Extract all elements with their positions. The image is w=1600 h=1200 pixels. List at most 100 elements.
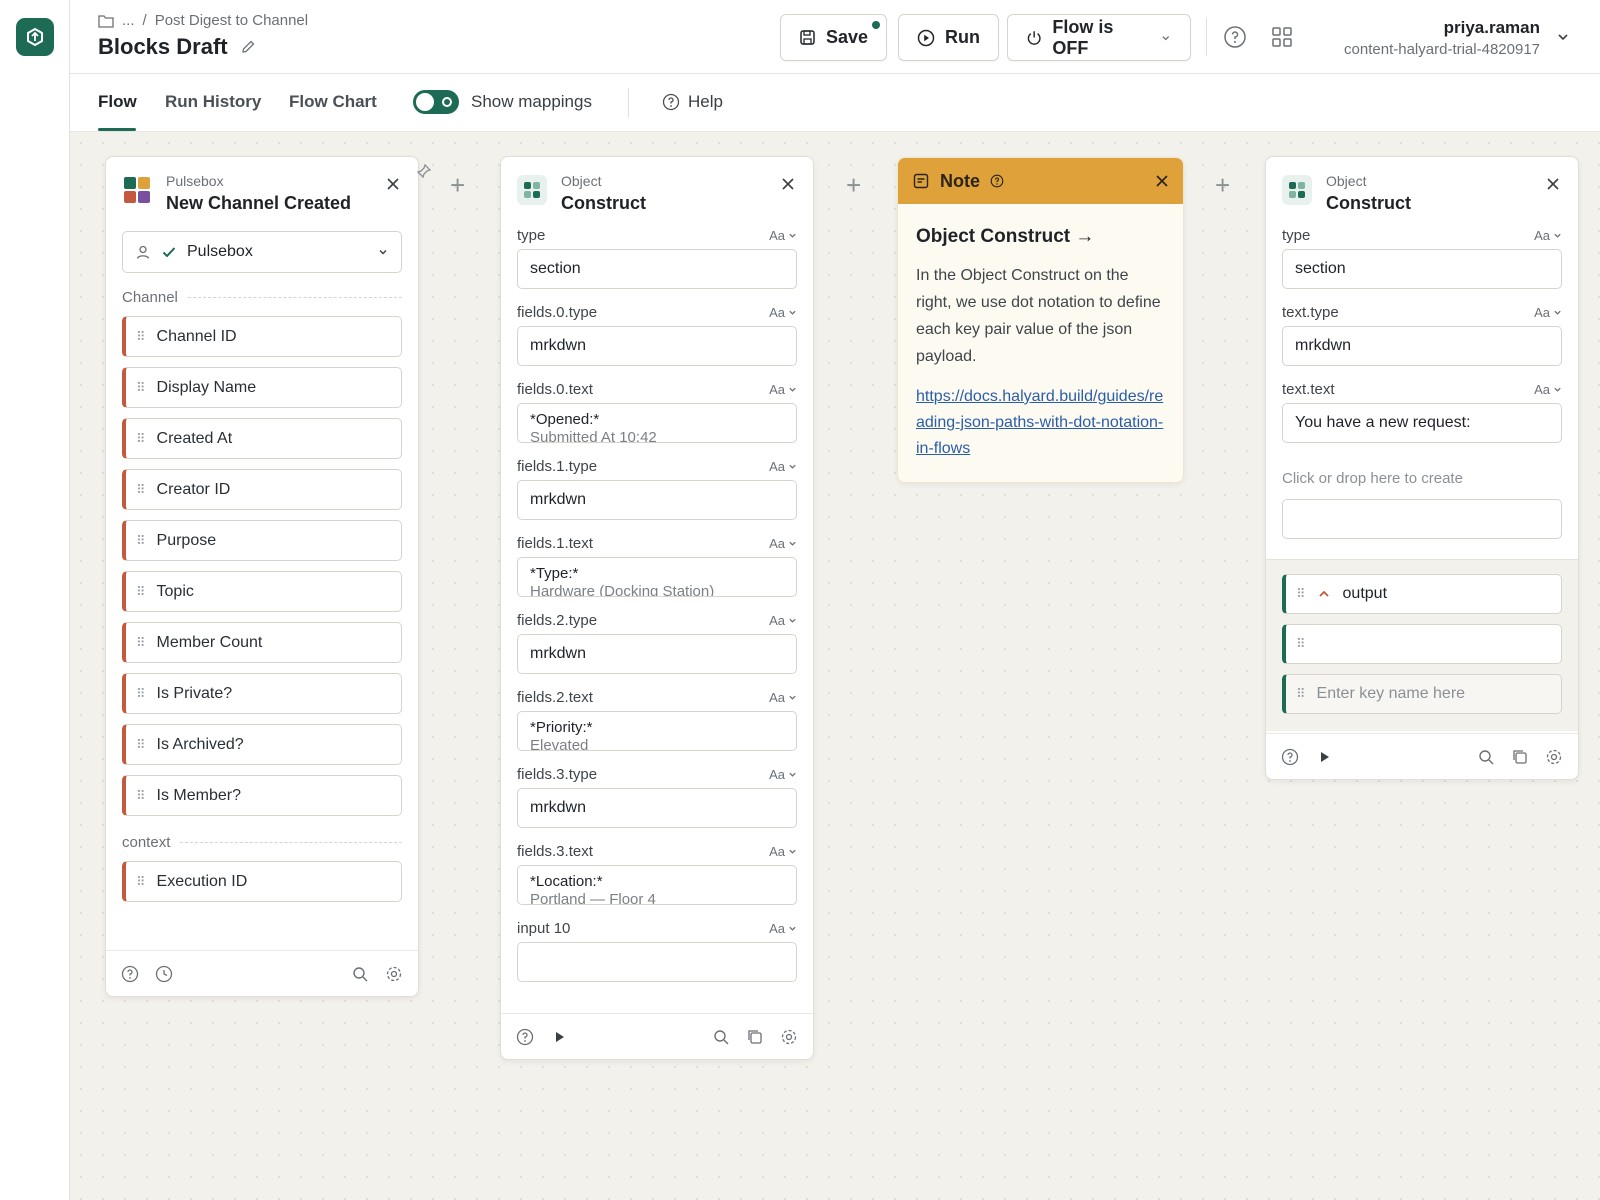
app-logo-icon[interactable] [16, 18, 54, 56]
trigger-card[interactable]: Pulsebox New Channel Created Pulsebox Ch… [105, 156, 419, 997]
field-chip[interactable]: ⠿ Purpose [122, 520, 402, 561]
field-chip[interactable]: ⠿ Is Private? [122, 673, 402, 714]
format-toggle[interactable]: Aa [1534, 382, 1562, 397]
field-chip[interactable]: ⠿ Creator ID [122, 469, 402, 510]
drag-handle-icon[interactable]: ⠿ [1296, 636, 1305, 652]
user-menu[interactable]: priya.raman content-halyard-trial-482091… [1344, 18, 1540, 58]
drag-handle-icon[interactable]: ⠿ [136, 737, 145, 753]
search-icon[interactable] [1476, 747, 1496, 767]
drag-handle-icon[interactable]: ⠿ [1296, 586, 1305, 602]
note-docs-link[interactable]: https://docs.halyard.build/guides/readin… [916, 384, 1165, 462]
field-chip[interactable]: ⠿ Execution ID [122, 861, 402, 902]
format-toggle[interactable]: Aa [769, 305, 797, 320]
field-value-input[interactable]: *Opened:* Submitted At 10:42 [517, 403, 797, 443]
field-chip[interactable]: ⠿ Display Name [122, 367, 402, 408]
field-value-input[interactable]: mrkdwn [517, 788, 797, 828]
show-mappings-toggle[interactable] [413, 90, 459, 114]
search-icon[interactable] [350, 964, 370, 984]
help-circle-icon[interactable] [515, 1027, 535, 1047]
object-construct-card-1[interactable]: Object Construct type Aa section fields.0.t… [500, 156, 814, 1060]
breadcrumb-current[interactable]: Post Digest to Channel [155, 12, 308, 29]
breadcrumb-ellipsis[interactable]: ... [122, 12, 135, 29]
format-toggle[interactable]: Aa [769, 382, 797, 397]
drag-handle-icon[interactable]: ⠿ [136, 635, 145, 651]
field-chip[interactable]: ⠿ Is Archived? [122, 724, 402, 765]
apps-grid-icon[interactable] [1267, 22, 1297, 52]
format-toggle[interactable]: Aa [769, 228, 797, 243]
note-card[interactable]: Note Object Construct → In the Object Co… [897, 157, 1184, 483]
tab-flow[interactable]: Flow [98, 92, 137, 112]
field-chip[interactable]: ⠿ Member Count [122, 622, 402, 663]
new-field-input[interactable] [1282, 499, 1562, 539]
pin-icon[interactable] [416, 163, 432, 184]
gear-icon[interactable] [384, 964, 404, 984]
copy-icon[interactable] [745, 1027, 765, 1047]
save-button[interactable]: Save [780, 14, 888, 61]
drag-handle-icon[interactable]: ⠿ [136, 380, 145, 396]
field-value-input[interactable]: section [517, 249, 797, 289]
output-key-row[interactable]: ⠿ output [1282, 574, 1562, 614]
field-value-input[interactable]: *Type:* Hardware (Docking Station) [517, 557, 797, 597]
field-value-input[interactable]: You have a new request: [1282, 403, 1562, 443]
search-icon[interactable] [711, 1027, 731, 1047]
gear-icon[interactable] [779, 1027, 799, 1047]
format-toggle[interactable]: Aa [1534, 305, 1562, 320]
field-value-input[interactable]: mrkdwn [517, 480, 797, 520]
drag-handle-icon[interactable]: ⠿ [136, 874, 145, 890]
gear-icon[interactable] [1544, 747, 1564, 767]
format-toggle[interactable]: Aa [769, 459, 797, 474]
clock-icon[interactable] [154, 964, 174, 984]
close-icon[interactable] [1544, 175, 1562, 193]
close-icon[interactable] [384, 175, 402, 193]
play-icon[interactable] [549, 1027, 569, 1047]
format-toggle[interactable]: Aa [1534, 228, 1562, 243]
drag-handle-icon[interactable]: ⠿ [136, 686, 145, 702]
folder-icon[interactable] [98, 14, 114, 28]
format-toggle[interactable]: Aa [769, 613, 797, 628]
help-circle-icon[interactable] [120, 964, 140, 984]
field-value-input[interactable]: section [1282, 249, 1562, 289]
field-value-input[interactable] [517, 942, 797, 982]
empty-key-row[interactable]: ⠿ [1282, 624, 1562, 664]
connection-select[interactable]: Pulsebox [122, 231, 402, 273]
field-chip[interactable]: ⠿ Channel ID [122, 316, 402, 357]
play-icon[interactable] [1314, 747, 1334, 767]
add-step-icon[interactable]: + [1215, 170, 1230, 201]
add-step-icon[interactable]: + [846, 170, 861, 201]
field-chip[interactable]: ⠿ Topic [122, 571, 402, 612]
drag-handle-icon[interactable]: ⠿ [136, 584, 145, 600]
drag-handle-icon[interactable]: ⠿ [136, 329, 145, 345]
format-toggle[interactable]: Aa [769, 690, 797, 705]
field-value-input[interactable]: *Priority:* Elevated [517, 711, 797, 751]
field-value-input[interactable]: mrkdwn [1282, 326, 1562, 366]
drag-handle-icon[interactable]: ⠿ [136, 482, 145, 498]
field-value-input[interactable]: mrkdwn [517, 634, 797, 674]
object-construct-card-2[interactable]: Object Construct type Aa section text.type A… [1265, 156, 1579, 780]
tab-run-history[interactable]: Run History [165, 92, 261, 112]
drop-zone-hint[interactable]: Click or drop here to create [1266, 470, 1578, 487]
format-toggle[interactable]: Aa [769, 844, 797, 859]
user-menu-chevron-icon[interactable] [1548, 22, 1578, 52]
close-icon[interactable] [1155, 174, 1169, 188]
format-toggle[interactable]: Aa [769, 921, 797, 936]
chevron-up-icon[interactable] [1317, 587, 1331, 601]
field-value-input[interactable]: mrkdwn [517, 326, 797, 366]
field-chip[interactable]: ⠿ Is Member? [122, 775, 402, 816]
show-mappings-label[interactable]: Show mappings [471, 92, 592, 112]
new-key-input[interactable]: ⠿ Enter key name here [1282, 674, 1562, 714]
flow-status-dropdown[interactable]: Flow is OFF [1007, 14, 1191, 61]
drag-handle-icon[interactable]: ⠿ [136, 788, 145, 804]
close-icon[interactable] [779, 175, 797, 193]
field-chip[interactable]: ⠿ Created At [122, 418, 402, 459]
help-link[interactable]: Help [662, 92, 723, 112]
add-step-icon[interactable]: + [450, 170, 465, 201]
drag-handle-icon[interactable]: ⠿ [1296, 686, 1305, 702]
copy-icon[interactable] [1510, 747, 1530, 767]
format-toggle[interactable]: Aa [769, 536, 797, 551]
info-icon[interactable] [990, 174, 1004, 188]
edit-pencil-icon[interactable] [240, 39, 256, 55]
run-button[interactable]: Run [898, 14, 999, 61]
tab-flow-chart[interactable]: Flow Chart [289, 92, 377, 112]
format-toggle[interactable]: Aa [769, 767, 797, 782]
drag-handle-icon[interactable]: ⠿ [136, 431, 145, 447]
